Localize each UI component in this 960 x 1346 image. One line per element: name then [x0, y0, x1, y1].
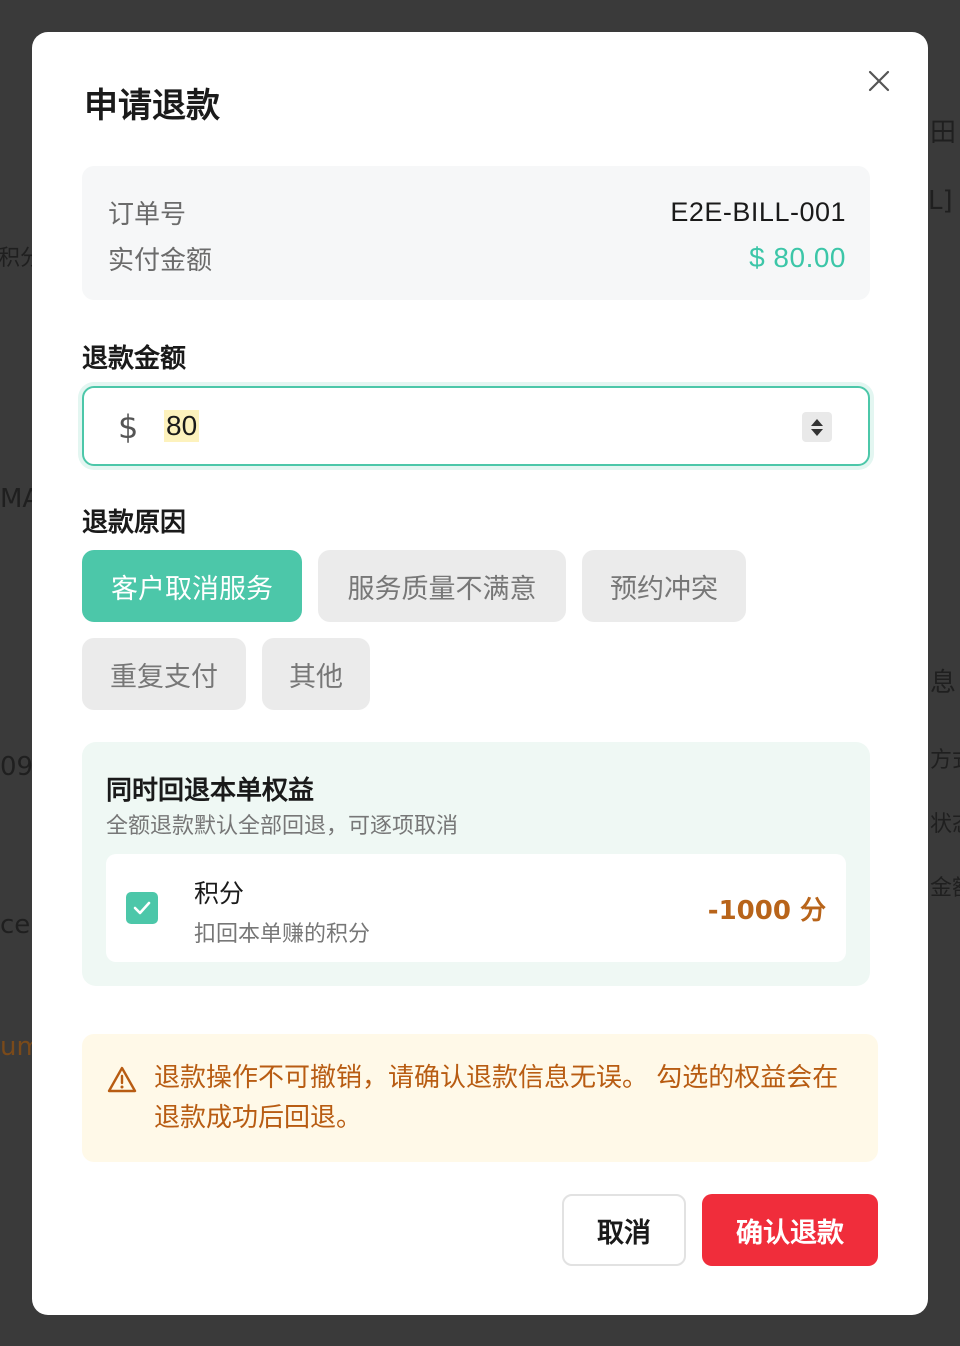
close-button[interactable]: [864, 66, 894, 96]
order-number-row: 订单号 E2E-BILL-001: [108, 194, 846, 230]
cancel-button[interactable]: 取消: [562, 1194, 686, 1266]
background-text: 田: [930, 118, 957, 148]
background-text: 方式: [930, 748, 960, 773]
close-icon: [868, 70, 890, 92]
warning-text: 退款操作不可撤销，请确认退款信息无误。 勾选的权益会在退款成功后回退。: [154, 1063, 839, 1133]
background-text: L]: [928, 186, 953, 216]
benefit-rollback-panel: 同时回退本单权益 全额退款默认全部回退，可逐项取消 积分 扣回本单赚的积分 -1…: [82, 742, 870, 986]
reason-chip-schedule-conflict[interactable]: 预约冲突: [582, 550, 746, 622]
refund-amount-label: 退款金额: [82, 344, 187, 374]
stepper-up-icon[interactable]: [811, 418, 823, 426]
refund-reason-label: 退款原因: [82, 508, 187, 538]
reason-chip-duplicate-payment[interactable]: 重复支付: [82, 638, 246, 710]
benefit-title: 同时回退本单权益: [106, 776, 315, 806]
background-text: 息: [930, 668, 957, 698]
benefit-item-points[interactable]: 积分 扣回本单赚的积分 -1000 分: [106, 854, 846, 962]
warning-notice: 退款操作不可撤销，请确认退款信息无误。 勾选的权益会在退款成功后回退。: [82, 1034, 878, 1162]
confirm-refund-button[interactable]: 确认退款: [702, 1194, 878, 1266]
reason-chip-customer-cancel[interactable]: 客户取消服务: [82, 550, 302, 622]
refund-amount-input[interactable]: $ 80: [82, 386, 870, 466]
reason-chip-quality[interactable]: 服务质量不满意: [318, 550, 566, 622]
background-text: 金额: [930, 876, 960, 901]
dialog-title: 申请退款: [84, 86, 220, 126]
stepper-down-icon[interactable]: [811, 428, 823, 436]
refund-dialog: 申请退款 订单号 E2E-BILL-001 实付金额 $ 80.00 退款金额 …: [32, 32, 928, 1315]
benefit-item-value: -1000 分: [707, 896, 826, 926]
warning-icon: [107, 1066, 137, 1093]
background-text: ce: [0, 910, 31, 940]
refund-amount-value[interactable]: 80: [164, 410, 200, 442]
paid-amount-value: $ 80.00: [749, 242, 846, 273]
order-summary: 订单号 E2E-BILL-001 实付金额 $ 80.00: [82, 166, 870, 300]
benefit-subtitle: 全额退款默认全部回退，可逐项取消: [106, 814, 459, 839]
paid-amount-row: 实付金额 $ 80.00: [108, 240, 846, 276]
number-stepper[interactable]: [802, 412, 832, 442]
reason-chip-other[interactable]: 其他: [262, 638, 370, 710]
paid-amount-label: 实付金额: [108, 245, 213, 276]
benefit-item-desc: 扣回本单赚的积分: [194, 922, 371, 947]
order-number-label: 订单号: [108, 199, 187, 230]
checkmark-icon: [133, 901, 151, 915]
order-number-value: E2E-BILL-001: [670, 196, 846, 227]
currency-symbol: $: [118, 408, 139, 446]
benefit-item-name: 积分: [194, 879, 245, 908]
points-checkbox[interactable]: [126, 892, 158, 924]
background-text: 状态: [930, 812, 960, 837]
